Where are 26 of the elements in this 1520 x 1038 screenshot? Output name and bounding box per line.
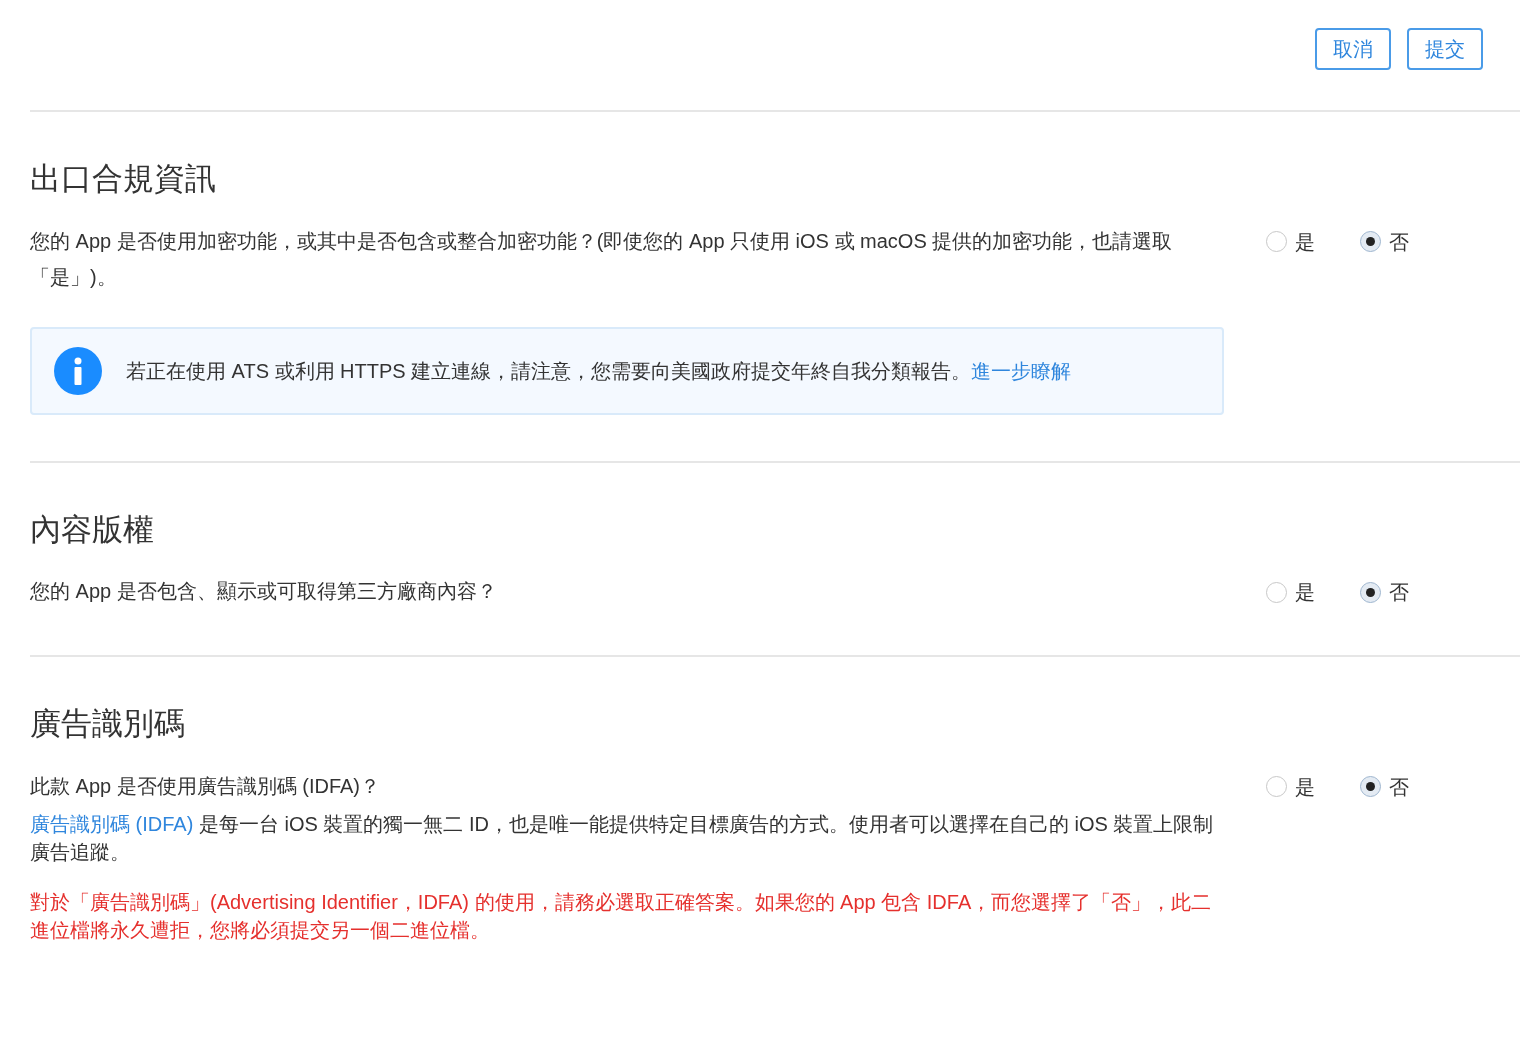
radio-button[interactable]: [1266, 581, 1287, 603]
info-icon: [54, 346, 102, 395]
radio-button[interactable]: [1266, 776, 1287, 797]
radio-label: 是: [1295, 580, 1315, 605]
action-button[interactable]: 取消: [1315, 28, 1391, 70]
action-button[interactable]: 提交: [1407, 28, 1483, 70]
radio-label: 否: [1389, 229, 1409, 255]
radio-button[interactable]: [1266, 231, 1287, 252]
radio-label: 否: [1389, 580, 1409, 605]
warning-text: 對於「廣告識別碼」(Advertising Identifier，IDFA) 的使用，請務必選取正確答案。如果您的 App 包含 IDFA，而您選擇了「否」，此二進位檔將永久遭拒，您將必須提交另一個二進位檔。: [30, 889, 1213, 943]
question-text: 此款 App 是否使用廣告識別碼 (IDFA)？: [30, 773, 382, 799]
section-title: 內容版權: [30, 510, 155, 549]
radio-button[interactable]: [1360, 581, 1381, 603]
notice-text: 若正在使用 ATS 或利用 HTTPS 建立連線，請注意，您需要向美國政府提交年終自我分類報告。進一步瞭解: [126, 358, 1072, 384]
question-text: 您的 App 是否使用加密功能，或其中是否包含或整合加密功能？(即使您的 App 只使用 iOS 或 macOS 提供的加密功能，也請選取「是」)。: [30, 228, 1174, 290]
radio-label: 是: [1295, 229, 1315, 255]
radio-button[interactable]: [1360, 776, 1381, 797]
radio-label: 否: [1389, 774, 1409, 800]
learn-more-link[interactable]: 進一步瞭解: [971, 359, 1072, 382]
description-text: 廣告識別碼 (IDFA) 是每一台 iOS 裝置的獨一無二 ID，也是唯一能提供特定目標廣告的方式。使用者可以選擇在自己的 iOS 裝置上限制廣告追蹤。: [30, 811, 1215, 865]
section-title: 廣告識別碼: [30, 705, 186, 743]
radio-label: 是: [1295, 774, 1315, 800]
section-title: 出口合規資訊: [30, 160, 217, 198]
question-text: 您的 App 是否包含、顯示或可取得第三方廠商內容？: [30, 579, 498, 604]
radio-button[interactable]: [1360, 231, 1381, 252]
idfa-link[interactable]: 廣告識別碼 (IDFA): [30, 812, 194, 835]
